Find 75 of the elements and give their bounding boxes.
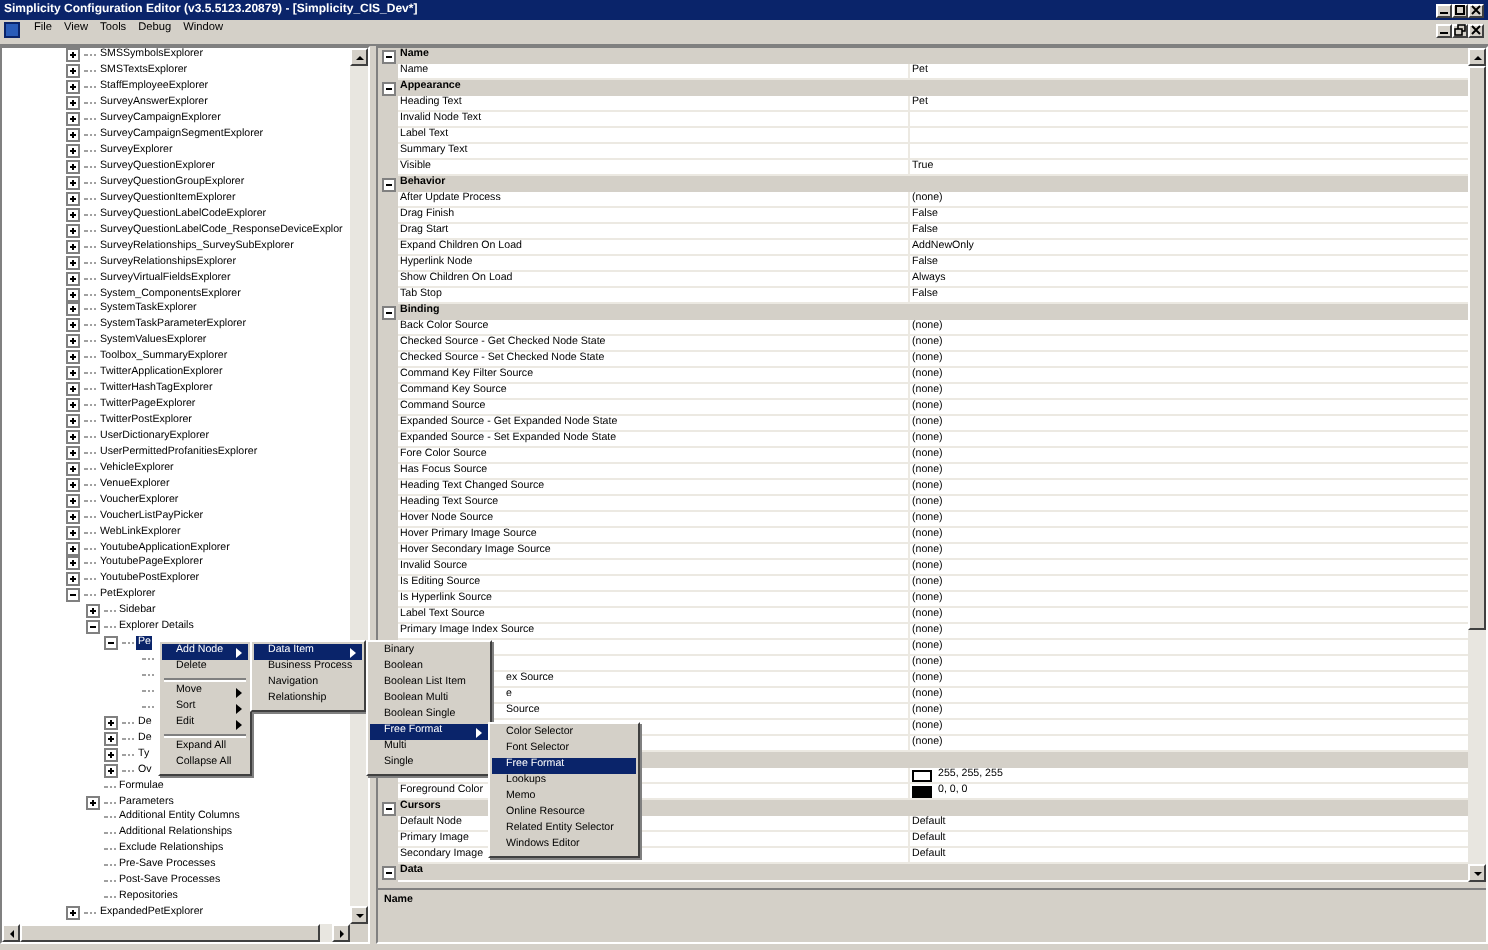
scroll-up-button[interactable]	[350, 48, 368, 66]
expand-icon[interactable]	[66, 493, 80, 508]
expand-icon[interactable]	[66, 572, 80, 587]
expand-icon[interactable]	[66, 525, 80, 540]
collapse-icon[interactable]	[85, 620, 99, 635]
expand-icon[interactable]	[66, 191, 80, 206]
expand-icon[interactable]	[66, 382, 80, 397]
expand-icon[interactable]	[66, 366, 80, 381]
expand-icon[interactable]	[66, 414, 80, 429]
scroll-down-button[interactable]	[1468, 864, 1486, 882]
collapse-icon[interactable]	[66, 588, 80, 603]
expand-icon[interactable]	[66, 271, 80, 286]
scroll-up-button[interactable]	[1468, 48, 1486, 66]
collapse-icon[interactable]	[381, 81, 395, 95]
expand-icon[interactable]	[85, 795, 99, 810]
scroll-left-button[interactable]	[2, 924, 20, 942]
expand-icon[interactable]	[66, 398, 80, 413]
minimize-button[interactable]	[1436, 3, 1452, 17]
down-arrow-icon	[1471, 867, 1483, 879]
expand-icon[interactable]	[66, 461, 80, 476]
expand-icon[interactable]	[66, 128, 80, 143]
expand-icon[interactable]	[66, 96, 80, 111]
expand-icon[interactable]	[66, 175, 80, 190]
expand-icon[interactable]	[104, 715, 118, 730]
expand-icon[interactable]	[66, 207, 80, 222]
collapse-icon[interactable]	[381, 49, 395, 63]
maximize-button[interactable]	[1452, 3, 1468, 17]
scrollbar[interactable]	[350, 48, 368, 924]
expand-icon[interactable]	[66, 445, 80, 460]
down-arrow-icon	[353, 909, 365, 921]
scroll-thumb[interactable]	[1468, 66, 1486, 630]
collapse-icon[interactable]	[381, 177, 395, 191]
expand-icon[interactable]	[66, 334, 80, 349]
collapse-icon[interactable]	[381, 305, 395, 319]
close-button[interactable]	[1468, 23, 1484, 37]
collapse-icon[interactable]	[381, 801, 395, 815]
expand-icon[interactable]	[66, 556, 80, 571]
expand-icon[interactable]	[66, 541, 80, 556]
expand-icon[interactable]	[66, 239, 80, 254]
expand-icon[interactable]	[66, 287, 80, 302]
expand-icon[interactable]	[66, 80, 80, 95]
expand-icon[interactable]	[66, 223, 80, 238]
expand-icon[interactable]	[66, 112, 80, 127]
expand-icon[interactable]	[66, 318, 80, 333]
expand-icon[interactable]	[104, 731, 118, 746]
up-arrow-icon	[353, 51, 365, 63]
minimize-button[interactable]	[1436, 23, 1452, 37]
expand-icon[interactable]	[66, 48, 80, 63]
expand-icon[interactable]	[66, 477, 80, 492]
scrollbar[interactable]	[1468, 48, 1486, 882]
expand-icon[interactable]	[66, 302, 80, 317]
restore-button[interactable]	[1452, 23, 1468, 37]
expand-icon[interactable]	[104, 747, 118, 762]
left-arrow-icon	[5, 927, 17, 939]
maximize-icon	[1454, 4, 1466, 16]
expand-icon[interactable]	[66, 350, 80, 365]
expand-icon[interactable]	[66, 429, 80, 444]
expand-icon[interactable]	[66, 144, 80, 159]
close-button[interactable]	[1468, 3, 1484, 17]
collapse-icon[interactable]	[381, 865, 395, 879]
up-arrow-icon	[1471, 51, 1483, 63]
expand-icon[interactable]	[66, 255, 80, 270]
expand-icon[interactable]	[66, 64, 80, 79]
collapse-icon[interactable]	[104, 636, 118, 651]
right-arrow-icon	[335, 927, 347, 939]
close-icon	[1470, 4, 1482, 16]
scroll-down-button[interactable]	[350, 906, 368, 924]
expand-icon[interactable]	[85, 604, 99, 619]
scroll-right-button[interactable]	[332, 924, 350, 942]
restore-icon	[1454, 24, 1466, 36]
expand-icon[interactable]	[66, 906, 80, 921]
expand-icon[interactable]	[66, 160, 80, 175]
expand-icon[interactable]	[104, 763, 118, 778]
expand-icon[interactable]	[66, 509, 80, 524]
close-icon	[1470, 24, 1482, 36]
